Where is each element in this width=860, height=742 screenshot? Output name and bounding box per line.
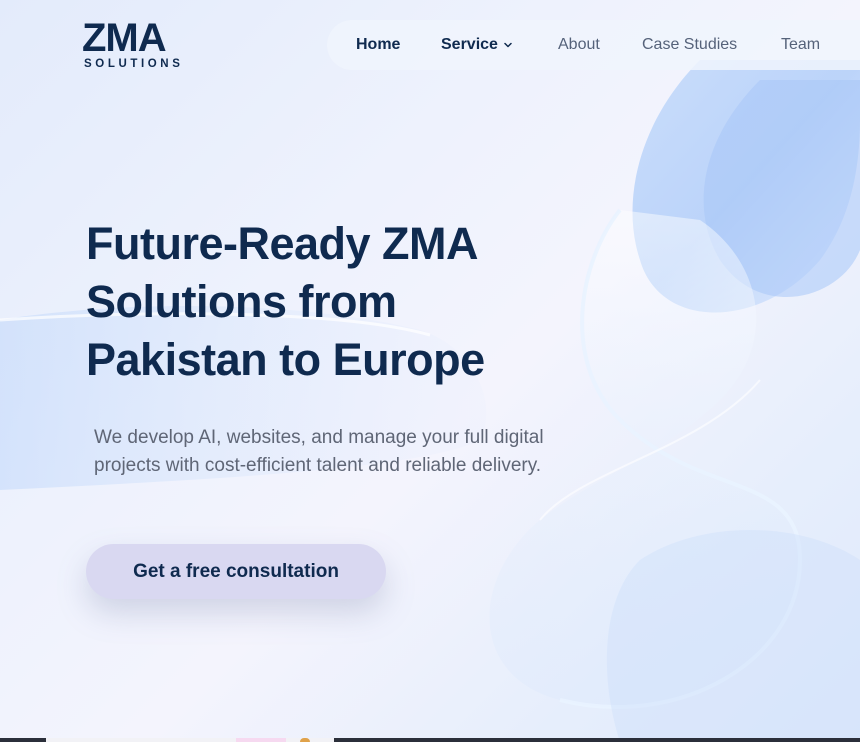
- nav-item-home[interactable]: Home: [356, 20, 400, 70]
- bottom-edge-strip: [0, 738, 860, 742]
- free-consultation-button[interactable]: Get a free consultation: [86, 544, 386, 599]
- chevron-down-icon: [504, 42, 512, 48]
- logo-tagline: SOLUTIONS: [84, 58, 184, 70]
- nav-item-service-label: Service: [441, 36, 498, 53]
- nav-item-service[interactable]: Service: [441, 20, 513, 70]
- hero-description: We develop AI, websites, and manage your…: [94, 427, 544, 476]
- nav-item-case-studies[interactable]: Case Studies: [642, 20, 737, 70]
- logo-swoosh-icon: [142, 28, 202, 58]
- main-navigation: Home Service About Case Studies Team: [327, 20, 860, 70]
- hero-title: Future-Ready ZMA Solutions from Pakistan…: [86, 218, 485, 385]
- nav-item-about[interactable]: About: [558, 20, 600, 70]
- brand-logo[interactable]: ZMA SOLUTIONS: [82, 18, 200, 74]
- nav-item-team[interactable]: Team: [781, 20, 820, 70]
